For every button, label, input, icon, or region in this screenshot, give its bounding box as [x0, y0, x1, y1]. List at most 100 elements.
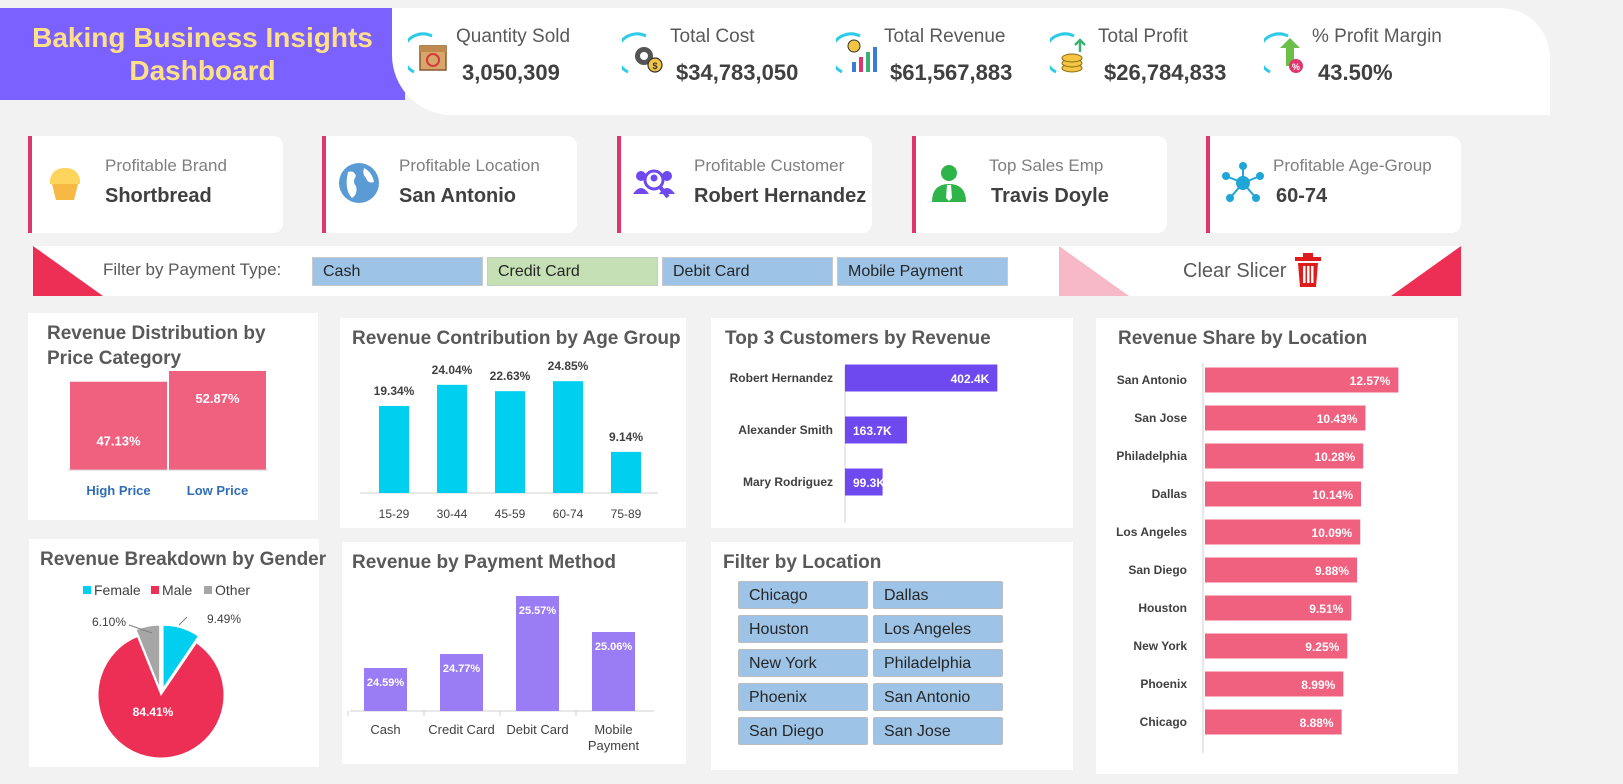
gender-pie: Female Male Other 9.49% 84.41% 6.10% — [83, 582, 250, 759]
kpi-quantity-sold: Quantity Sold 3,050,309 — [408, 8, 608, 108]
data-label: 24.59% — [367, 677, 405, 689]
decor-triangle-pink — [1059, 246, 1129, 296]
chart-price-category: Revenue Distribution by Price Category 4… — [28, 313, 318, 520]
data-label: 99.3K — [853, 476, 885, 490]
bar — [553, 381, 583, 493]
tick-label: New York — [1133, 639, 1187, 653]
tick-label: Cash — [370, 722, 400, 737]
slicer-option-mobile-payment[interactable]: Mobile Payment — [837, 257, 1008, 286]
gear-dollar-icon: $ — [622, 32, 663, 74]
data-label: 84.41% — [133, 705, 174, 719]
insight-value: San Antonio — [399, 185, 517, 207]
data-label: 8.88% — [1300, 716, 1334, 730]
trash-icon — [1295, 253, 1321, 287]
price-category-bars: 47.13% High Price 52.87% Low Price — [68, 370, 268, 498]
location-option-philadelphia[interactable]: Philadelphia — [873, 649, 1003, 677]
insight-value: Robert Hernandez — [694, 185, 867, 207]
network-icon — [1222, 162, 1264, 202]
legend-label: Male — [162, 582, 193, 598]
slicer-option-credit-card[interactable]: Credit Card — [487, 257, 658, 286]
kpi-value: $26,784,833 — [1104, 60, 1227, 85]
decor-triangle-left — [33, 246, 103, 296]
box-icon — [408, 32, 447, 74]
chart-top-customers: Top 3 Customers by Revenue Robert Hernan… — [711, 318, 1073, 528]
legend-swatch — [83, 586, 91, 594]
insight-profitable-brand: Profitable Brand Shortbread — [28, 136, 283, 233]
kpi-value: 43.50% — [1318, 60, 1393, 85]
tick-label: Houston — [1138, 601, 1187, 615]
kpi-panel: Quantity Sold 3,050,309 $ Total Cost $34… — [392, 8, 1550, 115]
slicer-option-cash[interactable]: Cash — [312, 257, 483, 286]
percent-arrow-icon: % — [1264, 32, 1303, 74]
clear-slicer-button[interactable]: Clear Slicer — [1183, 252, 1383, 292]
tick-label: Low Price — [187, 483, 248, 498]
tick-label: Los Angeles — [1116, 525, 1187, 539]
tick-label: 30-44 — [437, 507, 468, 521]
svg-text:%: % — [1292, 62, 1300, 72]
location-option-new-york[interactable]: New York — [738, 649, 868, 677]
location-slicer: Filter by Location Chicago Dallas Housto… — [711, 542, 1073, 770]
tick-label: San Jose — [1134, 411, 1187, 425]
location-option-san-diego[interactable]: San Diego — [738, 717, 868, 745]
kpi-total-revenue: Total Revenue $61,567,883 — [836, 8, 1036, 108]
leader-line — [178, 616, 188, 626]
insight-top-sales-employee: Top Sales Emp Travis Doyle — [912, 136, 1167, 233]
location-option-los-angeles[interactable]: Los Angeles — [873, 615, 1003, 643]
kpi-label: Total Revenue — [884, 26, 1006, 47]
slicer-option-debit-card[interactable]: Debit Card — [662, 257, 833, 286]
decor-triangle-right — [1391, 246, 1461, 296]
data-label: 19.34% — [374, 384, 415, 398]
data-label: 12.57% — [1350, 374, 1391, 388]
chart-location-share: Revenue Share by Location San Antonio 12.… — [1096, 318, 1458, 774]
tick-label: 60-74 — [553, 507, 584, 521]
data-label: 10.09% — [1312, 526, 1353, 540]
globe-icon — [339, 163, 379, 203]
tick-label: Mobile Payment — [588, 722, 640, 753]
location-option-san-jose[interactable]: San Jose — [873, 717, 1003, 745]
location-option-chicago[interactable]: Chicago — [738, 581, 868, 609]
location-share-bars: San Antonio 12.57% San Jose 10.43% Philadelp… — [1116, 363, 1399, 753]
tick-label: 75-89 — [611, 507, 642, 521]
bar — [379, 405, 409, 493]
location-option-houston[interactable]: Houston — [738, 615, 868, 643]
insight-label: Profitable Customer — [694, 156, 845, 175]
data-label: 9.88% — [1315, 564, 1349, 578]
bar — [364, 668, 407, 711]
data-label: 25.57% — [519, 605, 557, 617]
kpi-total-profit: Total Profit $26,784,833 — [1050, 8, 1250, 108]
payment-type-slicer: Filter by Payment Type: Cash Credit Card… — [33, 246, 1461, 296]
tick-label: Mary Rodriguez — [743, 475, 833, 489]
data-label: 9.25% — [1305, 640, 1339, 654]
data-label: 8.99% — [1301, 678, 1335, 692]
data-label: 22.63% — [490, 369, 531, 383]
data-label: 47.13% — [96, 434, 141, 449]
bar — [611, 451, 641, 493]
bar — [437, 384, 467, 493]
legend-swatch — [204, 586, 212, 594]
data-label: 9.51% — [1309, 602, 1343, 616]
payment-filter-label: Filter by Payment Type: — [103, 260, 282, 279]
tick-label: Dallas — [1152, 487, 1188, 501]
data-label: 6.10% — [92, 615, 126, 629]
clear-slicer-label: Clear Slicer — [1183, 260, 1287, 282]
legend-swatch — [151, 586, 159, 594]
data-label: 9.49% — [207, 612, 241, 626]
data-label: 24.04% — [432, 363, 473, 377]
location-option-phoenix[interactable]: Phoenix — [738, 683, 868, 711]
insight-value: 60-74 — [1276, 185, 1328, 207]
location-option-san-antonio[interactable]: San Antonio — [873, 683, 1003, 711]
tick-label: Credit Card — [428, 722, 494, 737]
cupcake-icon — [50, 168, 80, 200]
insight-label: Profitable Age-Group — [1273, 156, 1432, 175]
insight-profitable-location: Profitable Location San Antonio — [322, 136, 577, 233]
data-label: 10.43% — [1317, 412, 1358, 426]
revenue-chart-icon — [836, 32, 877, 74]
kpi-value: 3,050,309 — [462, 60, 560, 85]
insight-value: Shortbread — [105, 185, 212, 207]
location-option-dallas[interactable]: Dallas — [873, 581, 1003, 609]
bar — [169, 370, 266, 470]
top-customers-bars: Robert Hernandez 402.4K Alexander Smith 163… — [730, 364, 998, 523]
employee-icon — [932, 165, 966, 202]
tick-label: San Diego — [1128, 563, 1187, 577]
chart-gender: Revenue Breakdown by Gender Female Male Ot… — [29, 539, 326, 767]
